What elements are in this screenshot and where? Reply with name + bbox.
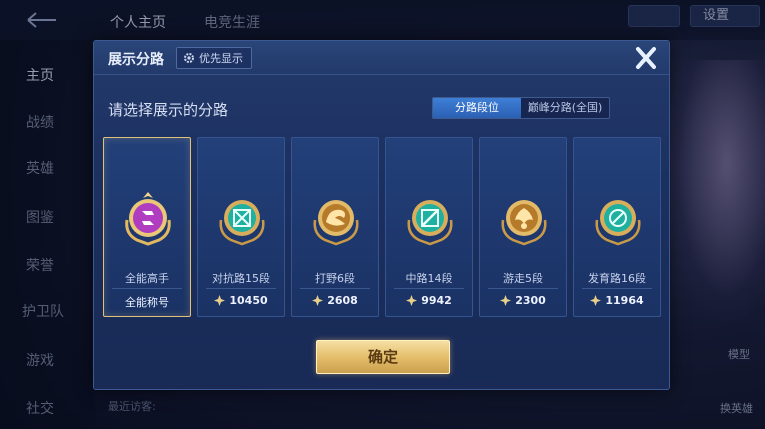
jungle-emblem-icon [311, 190, 361, 246]
card-divider [112, 288, 182, 289]
lane-card-jungle[interactable]: 打野6段 2608 [291, 137, 379, 317]
rank-points: 2608 [292, 294, 378, 307]
card-divider [300, 288, 370, 289]
rank-point-icon [590, 295, 602, 306]
all-round-emblem-icon [123, 190, 173, 246]
lane-card-mid-lane[interactable]: 中路14段 9942 [385, 137, 473, 317]
card-divider [582, 288, 652, 289]
card-divider [206, 288, 276, 289]
confirm-button[interactable]: 确定 [316, 340, 450, 374]
lane-card-label: 发育路16段 [588, 272, 646, 285]
farm-lane-emblem-icon [593, 190, 643, 246]
dialog-title: 展示分路 [108, 52, 164, 68]
rank-points-value: 10450 [229, 294, 268, 307]
priority-display-label: 优先显示 [199, 52, 243, 65]
rank-point-icon [312, 295, 324, 306]
lane-card-label: 中路14段 [405, 272, 453, 285]
rank-points: 2300 [480, 294, 566, 307]
rank-points: 11964 [574, 294, 660, 307]
lane-card-roam[interactable]: 游走5段 2300 [479, 137, 567, 317]
close-button[interactable] [631, 44, 661, 72]
lane-card-list: 全能高手 全能称号 对抗路15段 10450 打野6段 2608 中路14段 9… [103, 137, 663, 317]
clash-lane-emblem-icon [217, 190, 267, 246]
rank-points-value: 9942 [421, 294, 452, 307]
rank-point-icon [214, 295, 226, 306]
lane-card-all-round[interactable]: 全能高手 全能称号 [103, 137, 191, 317]
rank-points-value: 2608 [327, 294, 358, 307]
lane-card-label: 游走5段 [503, 272, 543, 285]
tab-peak-lane[interactable]: 巅峰分路(全国) [521, 98, 609, 118]
lane-card-label: 打野6段 [315, 272, 355, 285]
dialog-header: 展示分路 优先显示 [94, 41, 669, 75]
priority-display-button[interactable]: 优先显示 [176, 47, 252, 69]
roam-emblem-icon [499, 190, 549, 246]
rank-point-icon [500, 295, 512, 306]
lane-card-label: 全能高手 [125, 272, 169, 285]
rank-type-toggle: 分路段位 巅峰分路(全国) [432, 97, 610, 119]
rank-points-value: 11964 [605, 294, 644, 307]
rank-points: 10450 [198, 294, 284, 307]
rank-points-value: 2300 [515, 294, 546, 307]
mid-lane-emblem-icon [405, 190, 455, 246]
display-lane-dialog: 展示分路 优先显示 请选择展示的分路 分路段位 巅峰分路(全国) 全能高手 全能… [93, 40, 670, 390]
gear-icon [183, 52, 195, 64]
lane-card-farm-lane[interactable]: 发育路16段 11964 [573, 137, 661, 317]
rank-points: 9942 [386, 294, 472, 307]
close-icon [631, 47, 661, 76]
all-round-title-label: 全能称号 [104, 294, 190, 310]
lane-card-clash-lane[interactable]: 对抗路15段 10450 [197, 137, 285, 317]
card-divider [488, 288, 558, 289]
card-footer-text: 全能称号 [125, 296, 169, 309]
tab-lane-rank[interactable]: 分路段位 [433, 98, 521, 118]
select-lane-prompt: 请选择展示的分路 [108, 101, 229, 119]
card-divider [394, 288, 464, 289]
rank-point-icon [406, 295, 418, 306]
lane-card-label: 对抗路15段 [212, 272, 270, 285]
